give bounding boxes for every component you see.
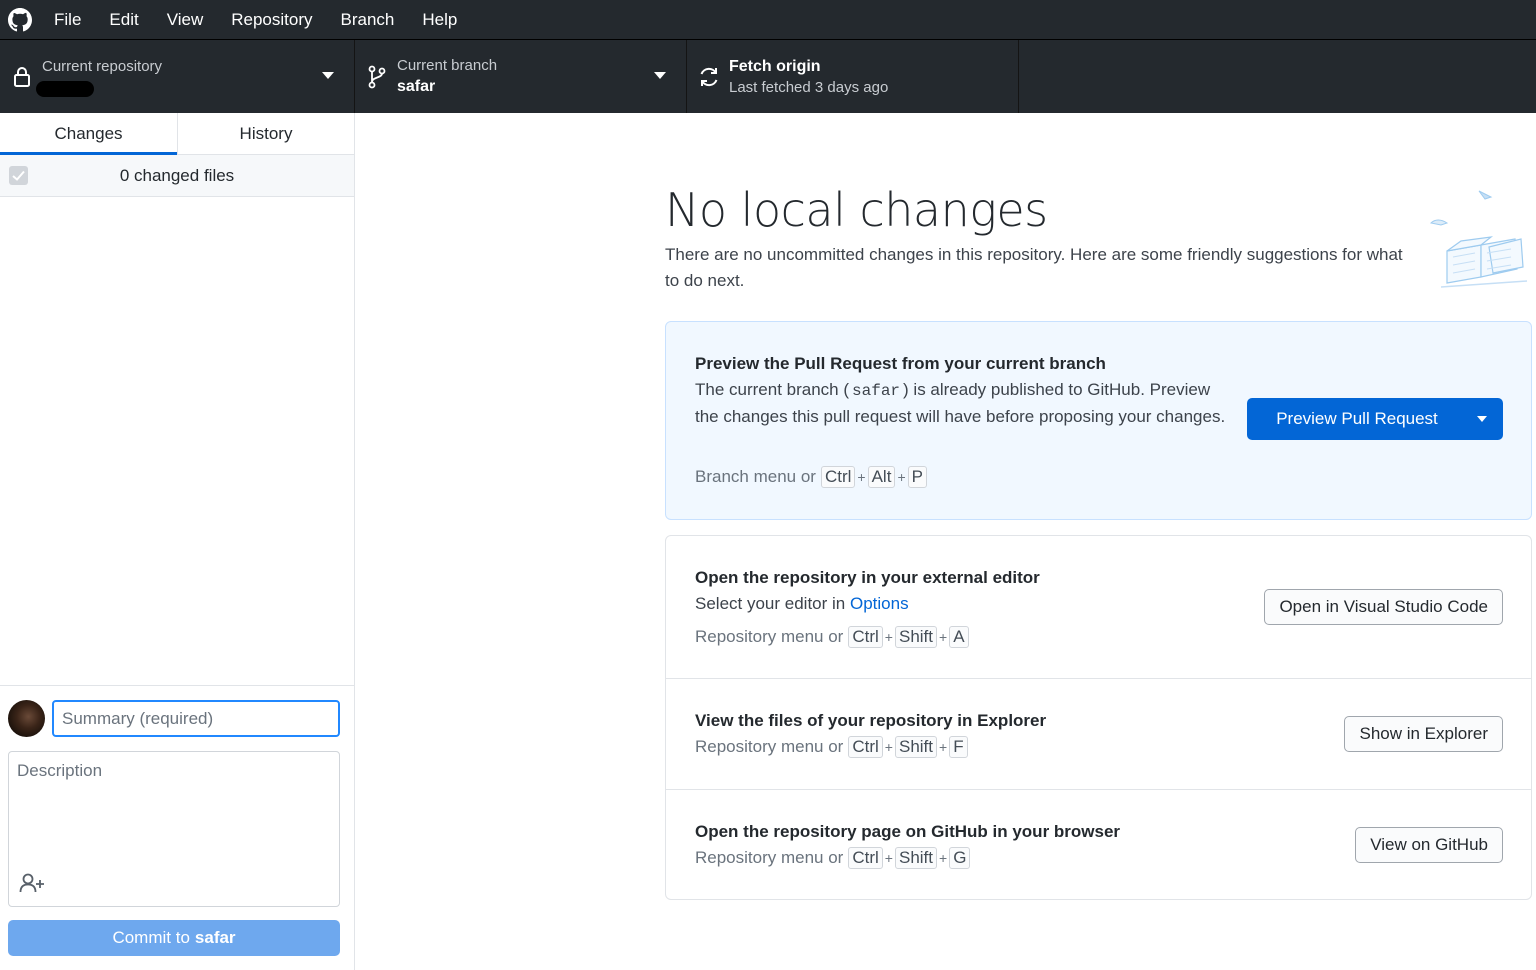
empty-state-illustration [1429, 190, 1528, 288]
preview-pull-request-button[interactable]: Preview Pull Request [1247, 398, 1503, 440]
github-row: Open the repository page on GitHub in yo… [666, 790, 1531, 900]
page-title: No local changes [665, 183, 1048, 237]
explorer-row: View the files of your repository in Exp… [666, 679, 1531, 790]
editor-row: Open the repository in your external edi… [666, 536, 1531, 679]
select-all-checkbox[interactable] [9, 166, 28, 185]
pr-branch-name: safar [852, 382, 901, 400]
current-branch-button[interactable]: Current branch safar [355, 40, 687, 113]
commit-button-label: Commit to [112, 928, 190, 947]
shortcut-prefix: Branch menu or [695, 467, 816, 486]
menu-file[interactable]: File [40, 0, 95, 40]
view-on-github-button[interactable]: View on GitHub [1355, 827, 1503, 863]
current-branch-name: safar [397, 77, 436, 95]
key-ctrl: Ctrl [848, 847, 883, 869]
sync-icon [689, 65, 729, 89]
github-title: Open the repository page on GitHub in yo… [695, 822, 1121, 841]
current-repository-button[interactable]: Current repository [0, 40, 355, 113]
key-shift: Shift [894, 847, 938, 869]
key-alt: Alt [867, 466, 896, 488]
editor-shortcut: Repository menu or Ctrl + Shift + A [695, 626, 969, 648]
pull-request-shortcut: Branch menu or Ctrl + Alt + P [695, 466, 927, 488]
current-repository-label: Current repository [42, 57, 163, 75]
github-logo-icon[interactable] [0, 0, 40, 40]
caret-down-icon [654, 72, 666, 79]
menu-help[interactable]: Help [408, 0, 471, 40]
key-ctrl: Ctrl [848, 736, 883, 758]
explorer-title: View the files of your repository in Exp… [695, 711, 1047, 730]
pull-request-description: The current branch (safar) is already pu… [695, 377, 1235, 430]
description-box [8, 751, 340, 907]
current-branch-label: Current branch [397, 56, 498, 74]
key-ctrl: Ctrl [820, 466, 856, 488]
branch-icon [357, 65, 397, 89]
key-a: A [949, 626, 969, 648]
menu-view[interactable]: View [153, 0, 218, 40]
key-ctrl: Ctrl [848, 626, 883, 648]
options-link[interactable]: Options [850, 594, 909, 613]
caret-down-icon [1477, 416, 1487, 422]
avatar [8, 700, 45, 737]
menu-edit[interactable]: Edit [95, 0, 152, 40]
shortcut-prefix: Repository menu or [695, 848, 844, 867]
shortcut-prefix: Repository menu or [695, 627, 844, 646]
redacted-repository-name [36, 80, 94, 97]
explorer-shortcut: Repository menu or Ctrl + Shift + F [695, 736, 968, 758]
pull-request-card: Preview the Pull Request from your curre… [665, 321, 1532, 520]
main-content: No local changes There are no uncommitte… [355, 113, 1536, 970]
menu-repository[interactable]: Repository [217, 0, 326, 40]
sidebar: Changes History 0 changed files Commit t… [0, 113, 355, 970]
open-in-editor-button[interactable]: Open in Visual Studio Code [1264, 589, 1503, 625]
key-p: P [907, 466, 927, 488]
editor-description: Select your editor in Options [695, 591, 909, 617]
key-f: F [949, 736, 968, 758]
menu-branch[interactable]: Branch [327, 0, 409, 40]
fetch-origin-label: Fetch origin [729, 57, 821, 75]
last-fetched-status: Last fetched 3 days ago [729, 78, 889, 96]
page-subtitle: There are no uncommitted changes in this… [665, 245, 1403, 290]
changes-header: 0 changed files [0, 155, 354, 197]
github-shortcut: Repository menu or Ctrl + Shift + G [695, 847, 971, 869]
tab-history[interactable]: History [177, 113, 354, 154]
tab-changes[interactable]: Changes [0, 113, 177, 155]
preview-pull-request-dropdown[interactable] [1461, 398, 1503, 440]
check-icon [12, 170, 25, 181]
pr-desc-before: The current branch ( [695, 380, 850, 399]
commit-button[interactable]: Commit to safar [8, 920, 340, 956]
pull-request-title: Preview the Pull Request from your curre… [695, 354, 1106, 373]
sidebar-tabs: Changes History [0, 113, 354, 155]
commit-button-branch: safar [194, 928, 236, 947]
editor-title: Open the repository in your external edi… [695, 568, 1040, 587]
add-coauthor-icon[interactable] [17, 870, 47, 896]
menu-bar: File Edit View Repository Branch Help [0, 0, 1536, 40]
shortcut-prefix: Repository menu or [695, 737, 844, 756]
commit-area: Commit to safar [0, 685, 354, 970]
key-shift: Shift [894, 626, 938, 648]
show-in-explorer-button[interactable]: Show in Explorer [1344, 716, 1503, 752]
editor-desc-text: Select your editor in [695, 594, 846, 613]
caret-down-icon [322, 72, 334, 79]
key-g: G [949, 847, 971, 869]
suggestions-card: Open the repository in your external edi… [665, 535, 1532, 900]
summary-input[interactable] [52, 700, 340, 737]
description-input[interactable] [9, 752, 339, 862]
toolbar: Current repository Current branch safar … [0, 40, 1536, 113]
key-shift: Shift [894, 736, 938, 758]
changed-files-count: 0 changed files [119, 165, 235, 185]
fetch-origin-button[interactable]: Fetch origin Last fetched 3 days ago [687, 40, 1019, 113]
preview-pull-request-label: Preview Pull Request [1276, 409, 1438, 428]
